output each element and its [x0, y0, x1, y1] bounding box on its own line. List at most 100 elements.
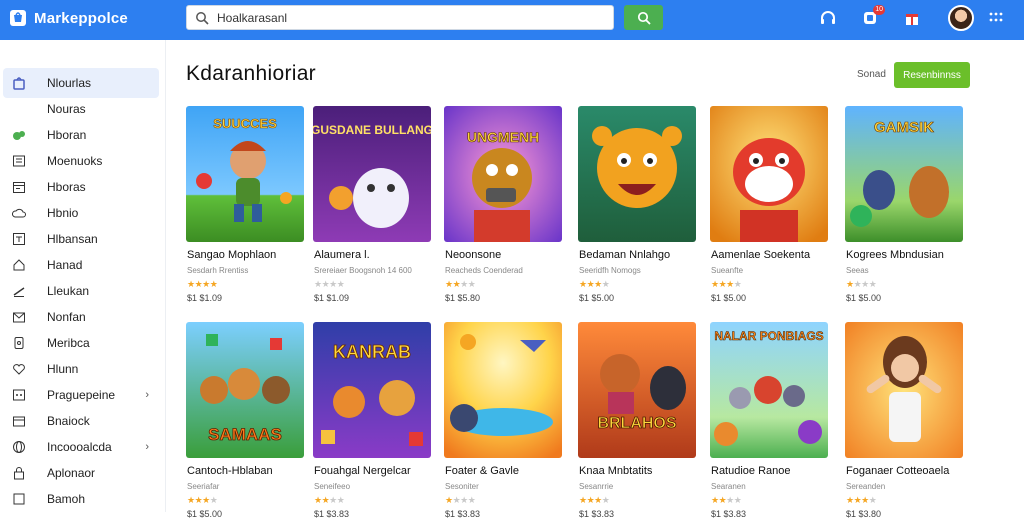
game-subtitle: Reacheds Coenderad	[445, 266, 523, 275]
game-title: Foganaer Cotteoaela	[846, 465, 950, 477]
game-title: Aamenlae Soekenta	[711, 249, 811, 261]
star-empty-icon: ★	[601, 495, 610, 505]
star-filled-icon: ★	[579, 495, 587, 505]
svg-text:KANRAB: KANRAB	[333, 342, 411, 362]
game-thumbnail: SUUCCES	[186, 106, 304, 242]
game-card[interactable]: Bedaman Nnlahgo Seeridfh Nomogs ★★★★ $1 …	[578, 106, 698, 306]
game-card[interactable]: GUSDANE BULLANG Alaumera l. Srereiaer Bo…	[313, 106, 433, 306]
star-filled-icon: ★	[314, 495, 322, 505]
star-empty-icon: ★	[314, 279, 322, 289]
rating-stars: ★★★★	[711, 495, 742, 506]
game-thumbnail	[444, 322, 562, 458]
star-empty-icon: ★	[329, 495, 337, 505]
game-price: $1 $3.83	[579, 509, 615, 519]
star-filled-icon: ★	[594, 279, 602, 289]
rating-stars: ★★★★	[846, 279, 877, 290]
svg-text:GUSDANE BULLANG: GUSDANE BULLANG	[313, 123, 431, 137]
game-price: $1 $5.00	[579, 293, 615, 303]
gift-icon[interactable]	[902, 8, 922, 28]
sidebar-item-label: Hbnio	[47, 206, 79, 220]
star-filled-icon: ★	[846, 495, 854, 505]
game-card[interactable]: NALAR PONBIAGS Ratudioe Ranoe Searanen ★…	[710, 322, 830, 522]
game-thumbnail: GUSDANE BULLANG	[313, 106, 431, 242]
star-filled-icon: ★	[187, 495, 195, 505]
headphones-icon[interactable]	[818, 8, 838, 28]
svg-text:GAMSIK: GAMSIK	[874, 119, 934, 136]
game-card[interactable]: KANRAB Fouahgal Nergelcar Seneifeeo ★★★★…	[313, 322, 433, 522]
game-card[interactable]: BRLAHOS Knaa Mnbtatits Sesanrrie ★★★★ $1…	[578, 322, 698, 522]
grid-icon	[11, 387, 27, 403]
game-subtitle: Seeas	[846, 266, 869, 275]
star-empty-icon: ★	[329, 279, 337, 289]
svg-text:UNGMENH: UNGMENH	[467, 129, 539, 145]
game-subtitle: Sesdarh Rrentiss	[187, 266, 249, 275]
game-card[interactable]: Aamenlae Soekenta Sueanfte ★★★★ $1 $5.00	[710, 106, 830, 306]
gamepad-icon	[11, 127, 27, 143]
brand[interactable]: Markeppolce	[8, 8, 128, 28]
game-price: $1 $5.00	[711, 293, 747, 303]
game-card[interactable]: SAMAAS Cantoch-Hblaban Seeriafar ★★★★ $1…	[186, 322, 306, 522]
calendar-icon	[11, 179, 27, 195]
sidebar-item-17[interactable]: Bamoh	[3, 484, 159, 514]
sidebar-item-label: Nlourlas	[47, 76, 92, 90]
star-filled-icon: ★	[202, 279, 210, 289]
sidebar-item-label: Aplonaor	[47, 466, 96, 480]
star-empty-icon: ★	[868, 495, 877, 505]
star-empty-icon: ★	[868, 279, 877, 289]
game-thumbnail	[710, 106, 828, 242]
game-thumbnail: KANRAB	[313, 322, 431, 458]
game-card[interactable]: UNGMENH Neoonsone Reacheds Coenderad ★★★…	[444, 106, 564, 306]
game-card[interactable]: SUUCCES Sangao Mophlaon Sesdarh Rrentiss…	[186, 106, 306, 306]
game-price: $1 $5.80	[445, 293, 481, 303]
svg-text:SAMAAS: SAMAAS	[208, 425, 282, 444]
game-subtitle: Seneifeeo	[314, 482, 351, 491]
game-card[interactable]: Foater & Gavle Sesoniter ★★★★ $1 $3.83	[444, 322, 564, 522]
game-price: $1 $1.09	[187, 293, 223, 303]
apps-grid-icon[interactable]	[986, 8, 1006, 28]
notifications-icon[interactable]: 10	[860, 5, 885, 28]
game-price: $1 $3.83	[445, 509, 481, 519]
game-price: $1 $3.80	[846, 509, 882, 519]
game-title: Kogrees Mbndusian	[846, 249, 944, 261]
globe-icon	[11, 439, 27, 455]
star-filled-icon: ★	[711, 495, 719, 505]
star-filled-icon: ★	[846, 279, 854, 289]
sidebar-item-label: Hboras	[47, 180, 86, 194]
star-empty-icon: ★	[336, 279, 345, 289]
primary-action-button[interactable]: Resenbinnss	[894, 62, 970, 88]
game-subtitle: Searanen	[711, 482, 746, 491]
sidebar-item-label: Hlunn	[47, 362, 79, 376]
rating-stars: ★★★★	[445, 495, 476, 506]
svg-text:BRLAHOS: BRLAHOS	[597, 415, 676, 432]
star-filled-icon: ★	[594, 495, 602, 505]
avatar[interactable]	[948, 5, 974, 31]
rating-stars: ★★★★	[579, 495, 610, 506]
sidebar-item-label: Hboran	[47, 128, 87, 142]
box-icon	[11, 231, 27, 247]
chevron-right-icon[interactable]: ›	[145, 389, 149, 401]
store-icon	[11, 75, 27, 91]
search-bar[interactable]	[186, 5, 614, 30]
game-price: $1 $3.83	[314, 509, 350, 519]
game-title: Ratudioe Ranoe	[711, 465, 791, 477]
star-filled-icon: ★	[187, 279, 195, 289]
heart-icon	[11, 361, 27, 377]
sidebar-item-label: Nonfan	[47, 310, 86, 324]
sidebar-item-label: Meribca	[47, 336, 90, 350]
game-title: Sangao Mophlaon	[187, 249, 277, 261]
chevron-right-icon[interactable]: ›	[145, 441, 149, 453]
game-card[interactable]: Foganaer Cotteoaela Sereanden ★★★★ $1 $3…	[845, 322, 965, 522]
game-title: Neoonsone	[445, 249, 502, 261]
game-card[interactable]: GAMSIK Kogrees Mbndusian Seeas ★★★★ $1 $…	[845, 106, 965, 306]
sidebar-item-label: Incoooalcda	[47, 440, 112, 454]
search-button[interactable]	[624, 5, 663, 30]
sidebar: Nlourlas Nouras Hboran Moenuoks Hboras H…	[0, 40, 166, 512]
star-filled-icon: ★	[861, 495, 869, 505]
star-empty-icon: ★	[601, 279, 610, 289]
store-logo-icon	[10, 10, 26, 26]
sidebar-item-label: Bnaiock	[47, 414, 90, 428]
sort-link[interactable]: Sonad	[857, 69, 886, 80]
search-input[interactable]	[217, 10, 597, 25]
game-title: Knaa Mnbtatits	[579, 465, 653, 477]
search-icon	[196, 11, 209, 25]
